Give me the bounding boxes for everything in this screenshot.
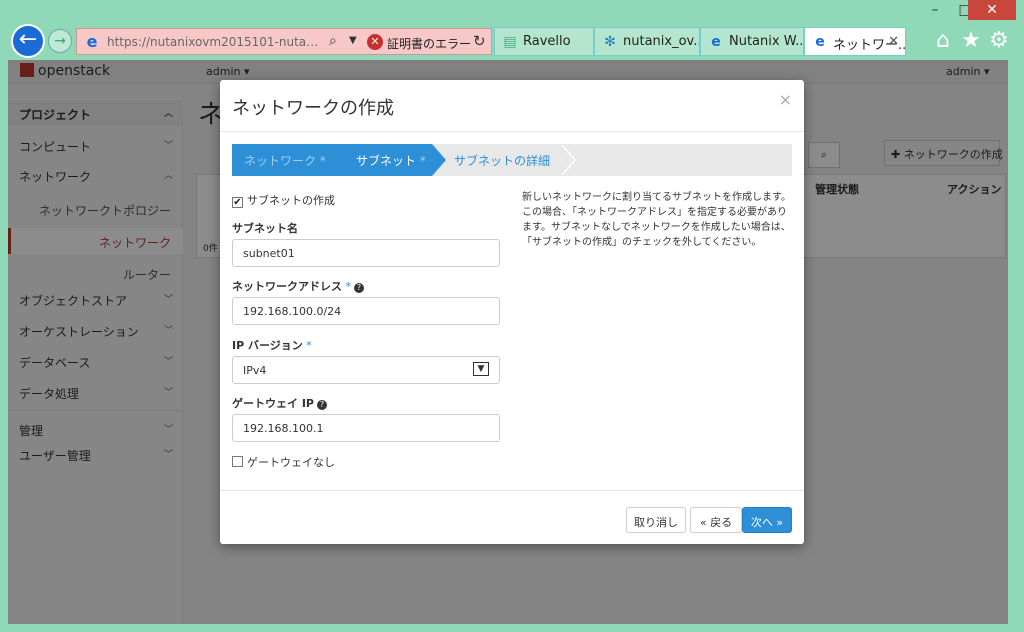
back-button[interactable]: ← bbox=[11, 24, 45, 58]
document-icon: ▤ bbox=[503, 34, 517, 50]
create-subnet-checkbox[interactable]: ✔ bbox=[232, 197, 243, 208]
ip-version-select[interactable]: IPv4 ▼ bbox=[232, 356, 500, 384]
cert-error-text[interactable]: 証明書のエラー bbox=[387, 35, 471, 52]
wizard-arrow bbox=[560, 144, 574, 176]
tab-nutanix-w[interactable]: e Nutanix W... bbox=[700, 27, 804, 56]
network-address-input[interactable]: 192.168.100.0/24 bbox=[232, 297, 500, 325]
cert-error-icon[interactable]: ✕ bbox=[367, 34, 383, 50]
forward-button[interactable]: → bbox=[48, 29, 72, 53]
dropdown-icon[interactable]: ▼ bbox=[349, 35, 357, 46]
network-address-label-row: ネットワークアドレス *? bbox=[232, 278, 364, 294]
home-icon[interactable]: ⌂ bbox=[930, 28, 956, 54]
search-icon[interactable]: ⌕ bbox=[329, 33, 337, 49]
wizard-step-subnet-detail[interactable]: サブネットの詳細 bbox=[448, 144, 568, 176]
next-step-button[interactable]: 次へ » bbox=[742, 507, 792, 533]
browser-chrome: ← → e https://nutanixovm2015101-nutan...… bbox=[8, 22, 1016, 60]
ie-icon: e bbox=[86, 32, 98, 51]
window-titlebar: – □ ✕ bbox=[0, 0, 1024, 22]
tab-network-active[interactable]: e ネットワー... ✕ bbox=[804, 27, 906, 56]
gateway-ip-input[interactable]: 192.168.100.1 bbox=[232, 414, 500, 442]
favorites-icon[interactable]: ★ bbox=[958, 28, 984, 54]
ie-icon: e bbox=[815, 34, 825, 50]
refresh-icon[interactable]: ↻ bbox=[473, 32, 486, 50]
tab-nutanix-ov[interactable]: ✻ nutanix_ov... bbox=[594, 27, 700, 56]
create-subnet-checkbox-row[interactable]: ✔ サブネットの作成 bbox=[232, 192, 335, 208]
back-step-button[interactable]: « 戻る bbox=[690, 507, 742, 533]
ie-icon: e bbox=[711, 34, 721, 50]
no-gateway-checkbox[interactable] bbox=[232, 456, 243, 467]
gateway-ip-label-row: ゲートウェイ IP? bbox=[232, 395, 327, 411]
url-text[interactable]: https://nutanixovm2015101-nutan... bbox=[107, 35, 322, 49]
modal-footer: 取り消し « 戻る 次へ » bbox=[220, 490, 804, 544]
cancel-button[interactable]: 取り消し bbox=[626, 507, 686, 533]
no-gateway-checkbox-row[interactable]: ゲートウェイなし bbox=[232, 454, 335, 470]
subnet-name-label: サブネット名 bbox=[232, 222, 298, 235]
subnet-name-input[interactable]: subnet01 bbox=[232, 239, 500, 267]
help-text: 新しいネットワークに割り当てるサブネットを作成します。この場合、「ネットワークア… bbox=[522, 192, 791, 248]
tab-ravello[interactable]: ▤ Ravello bbox=[494, 27, 594, 56]
chevron-down-icon[interactable]: ▼ bbox=[473, 362, 489, 376]
nutanix-icon: ✻ bbox=[604, 34, 616, 50]
wizard-arrow bbox=[432, 144, 446, 176]
browser-viewport: openstack admin ▾ admin ▾ プロジェクト ︿ コンピュート… bbox=[8, 60, 1008, 624]
wizard-step-subnet[interactable]: サブネット * bbox=[328, 144, 432, 176]
modal-title: ネットワークの作成 bbox=[232, 98, 394, 119]
wizard-steps: ネットワーク * サブネット * サブネットの詳細 bbox=[232, 144, 792, 176]
help-icon[interactable]: ? bbox=[316, 400, 327, 410]
help-icon[interactable]: ? bbox=[354, 283, 364, 293]
ip-version-label-row: IP バージョン * bbox=[232, 339, 312, 352]
close-window-button[interactable]: ✕ bbox=[968, 0, 1016, 20]
address-bar[interactable]: e https://nutanixovm2015101-nutan... ⌕ ▼… bbox=[76, 28, 492, 55]
close-icon[interactable]: × bbox=[779, 90, 792, 109]
wizard-step-network[interactable]: ネットワーク * bbox=[232, 144, 328, 176]
create-network-modal: ネットワークの作成 × ネットワーク * サブネット * サブネットの詳細 ✔ サ… bbox=[220, 80, 804, 544]
wizard-arrow bbox=[327, 144, 341, 176]
close-tab-icon[interactable]: ✕ bbox=[888, 34, 899, 49]
gear-icon[interactable]: ⚙ bbox=[986, 28, 1012, 54]
modal-header: ネットワークの作成 × bbox=[220, 80, 804, 132]
minimize-button[interactable]: – bbox=[920, 0, 950, 20]
